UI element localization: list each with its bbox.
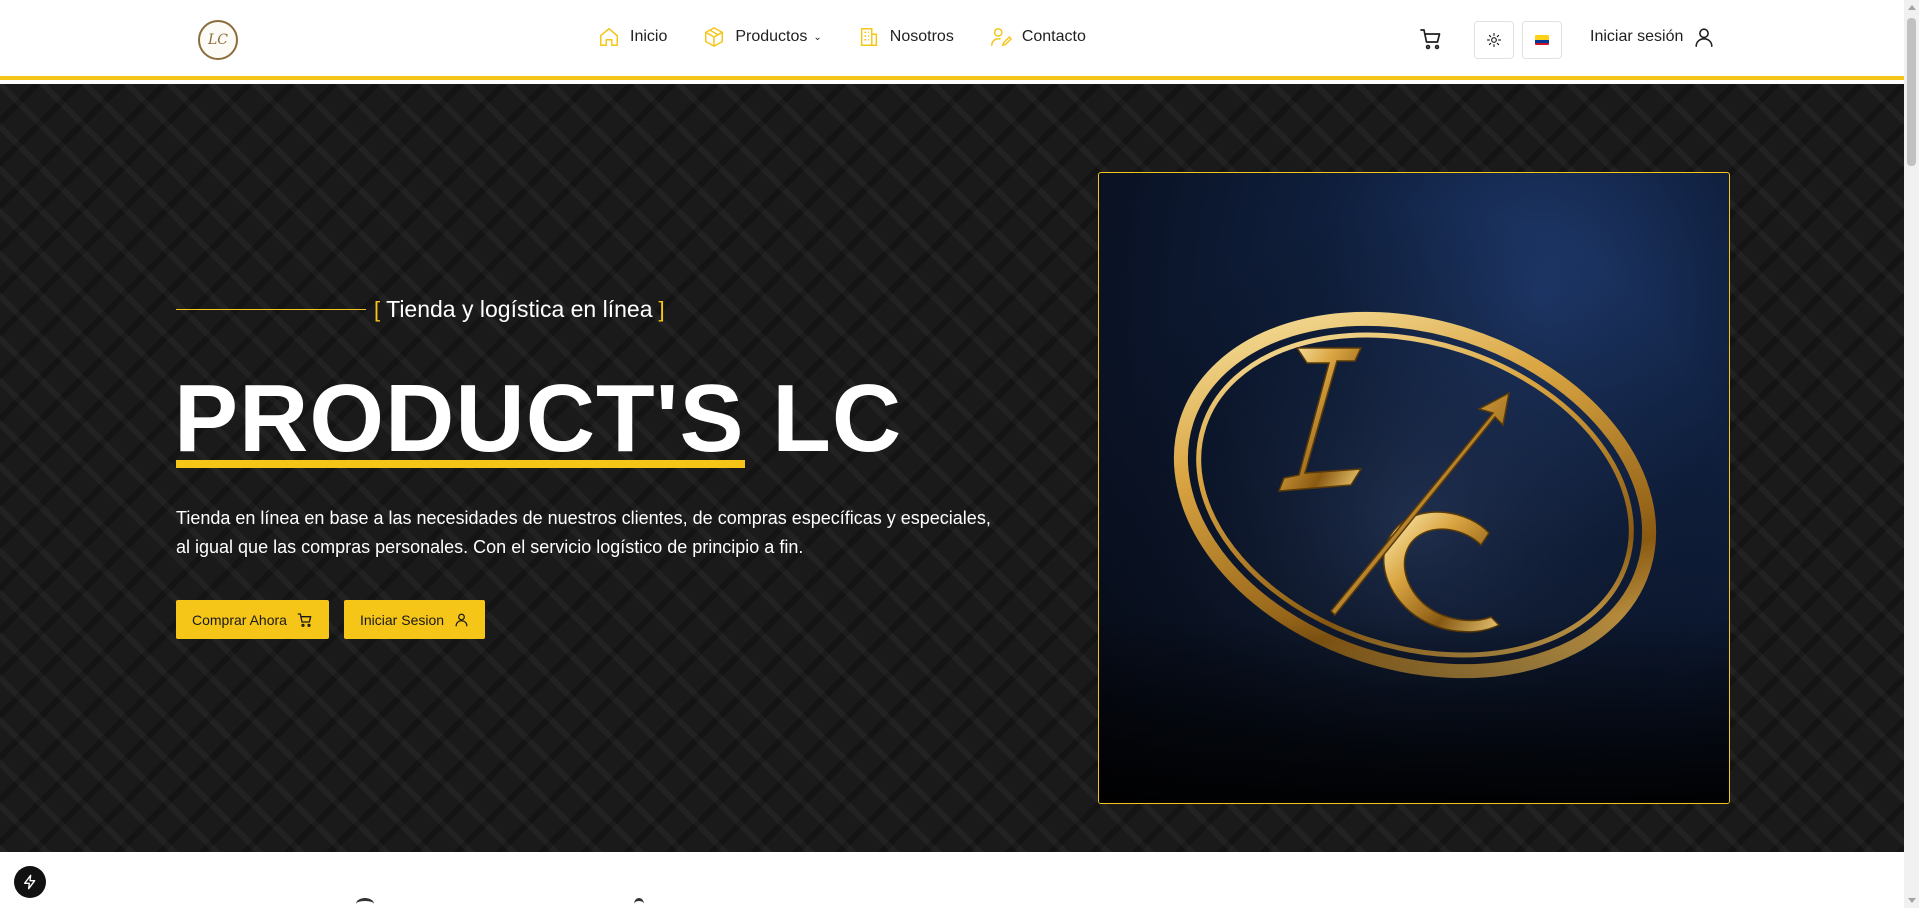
hero-login-label: Iniciar Sesion [360,611,445,628]
chevron-down-icon: ⌄ [813,31,822,43]
nav-item-contacto[interactable]: Contacto [990,26,1086,48]
user-icon [1695,28,1713,47]
cart-button[interactable] [1419,27,1443,56]
login-label: Iniciar sesión [1590,28,1684,45]
page: LC Inicio Productos ⌄ Nosotros Contacto [0,0,1919,908]
site-header: LC Inicio Productos ⌄ Nosotros Contacto [0,0,1904,80]
section-heading-fragment [634,898,644,908]
main-nav: Inicio Productos ⌄ Nosotros Contacto [598,26,1122,48]
sun-icon [1487,33,1501,47]
language-button[interactable] [1522,21,1562,59]
bolt-icon [24,874,36,890]
lc-coin-logo [1099,173,1729,803]
tagline-text: Tienda y logística en línea [386,296,653,322]
nav-item-inicio[interactable]: Inicio [598,26,667,48]
colombia-flag-icon [1535,35,1549,45]
hero-title: PRODUCT'S LC [174,364,902,474]
user-contact-icon [990,28,1012,47]
user-icon [455,613,468,627]
login-link[interactable]: Iniciar sesión [1590,26,1715,48]
nav-label-inicio: Inicio [630,28,668,45]
tagline-divider [176,309,366,310]
nav-label-productos: Productos [735,28,808,45]
tagline-bracket-close: ] [658,296,665,322]
hero-title-rest: LC [744,365,903,472]
hero-login-button[interactable]: Iniciar Sesion [344,600,486,639]
box-icon [705,27,724,47]
buy-now-label: Comprar Ahora [192,611,287,628]
hero-tagline: [ Tienda y logística en línea ] [176,296,665,323]
dev-tools-button[interactable] [14,866,46,898]
nav-label-contacto: Contacto [1021,28,1086,45]
buy-now-button[interactable]: Comprar Ahora [176,600,329,639]
nav-item-nosotros[interactable]: Nosotros [858,26,954,48]
section-heading-fragment [356,898,374,908]
hero-image [1098,172,1730,804]
scrollbar-thumb[interactable] [1907,18,1916,166]
theme-toggle-button[interactable] [1474,21,1514,59]
scroll-up-arrow[interactable] [1908,5,1916,10]
hero-section: [ Tienda y logística en línea ] PRODUCT'… [0,84,1904,852]
scroll-down-arrow[interactable] [1908,898,1916,903]
hero-title-underlined: PRODUCT'S [174,365,745,472]
home-icon [600,28,618,46]
nav-item-productos[interactable]: Productos ⌄ [703,26,822,48]
cart-icon [297,612,312,627]
site-logo[interactable]: LC [198,20,238,60]
next-section [0,852,1904,908]
cart-icon [1420,29,1441,50]
building-icon [860,28,878,46]
nav-label-nosotros: Nosotros [889,28,954,45]
logo-text: LC [207,32,228,48]
page-scrollbar[interactable] [1904,0,1919,908]
tagline-bracket-open: [ [374,296,381,322]
hero-description: Tienda en línea en base a las necesidade… [176,508,991,557]
